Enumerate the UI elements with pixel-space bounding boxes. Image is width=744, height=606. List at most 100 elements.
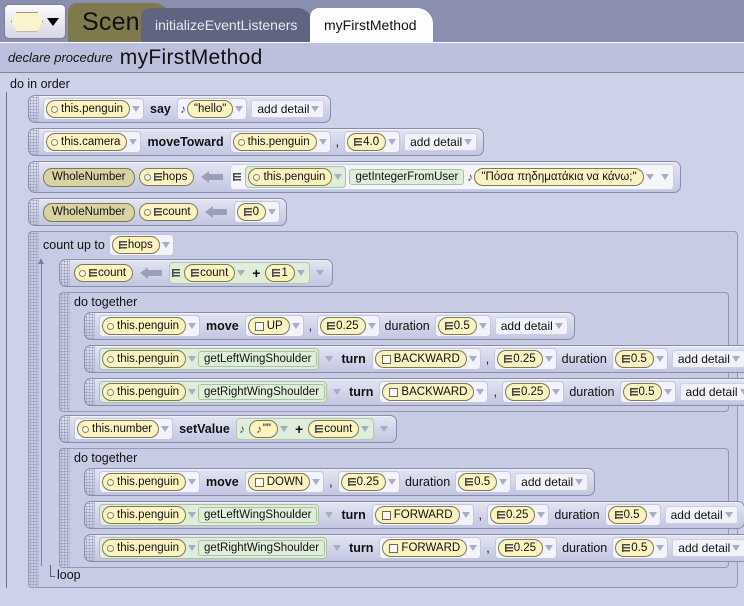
drag-handle[interactable] (85, 502, 95, 528)
move-down-duration-field[interactable]: 0.5 (455, 471, 512, 493)
turn-right-backward-duration-field[interactable]: 0.5 (619, 381, 676, 403)
number-icon (243, 207, 252, 217)
add-detail-button[interactable]: add detail (494, 317, 568, 335)
do-together-down-block[interactable]: do together this.penguin move DOWN , 0.2… (59, 448, 744, 568)
move-up-target-field[interactable]: this.penguin (99, 315, 201, 337)
hops-init-prompt-field[interactable]: ♪ "Πόσα πηδηματάκια να κάνω;" (467, 168, 655, 186)
set-value-expression[interactable]: ♪ ♪ "" + count (235, 418, 375, 440)
turn-right-forward-method-chip: getRightWingShoulder (198, 540, 326, 556)
statement-say[interactable]: this.penguin say ♪ "hello" add detail (28, 95, 332, 123)
hops-initializer-expression[interactable]: this.penguin getIntegerFromUser ♪ "Πόσα … (230, 164, 674, 190)
statement-move-down[interactable]: this.penguin move DOWN , 0.25 duration 0… (84, 468, 596, 496)
number-icon (153, 172, 162, 182)
drag-handle[interactable] (85, 313, 95, 339)
move-down-target-field[interactable]: this.penguin (99, 471, 201, 493)
drag-handle[interactable] (60, 449, 70, 567)
increment-expression[interactable]: count + 1 (169, 262, 310, 284)
turn-left-backward-target-field[interactable]: this.penguin getLeftWingShoulder (99, 348, 320, 370)
hops-init-target-chip: this.penguin (248, 168, 333, 186)
drag-handle[interactable] (85, 535, 95, 561)
turn-left-backward-duration-field[interactable]: 0.5 (611, 348, 668, 370)
do-together-up-block[interactable]: do together this.penguin move UP , 0.25 … (59, 292, 744, 412)
move-down-amount-field[interactable]: 0.25 (337, 471, 400, 493)
hops-init-target-field[interactable]: this.penguin (245, 166, 347, 188)
turn-left-forward-amount-field[interactable]: 0.25 (487, 504, 550, 526)
statement-turn-right-wing-forward[interactable]: this.penguin getRightWingShoulder turn F… (84, 534, 744, 562)
drag-handle[interactable] (85, 469, 95, 495)
move-down-direction-field[interactable]: DOWN (244, 471, 325, 493)
count-value-field[interactable]: 0 (233, 201, 281, 223)
turn-right-forward-duration-field[interactable]: 0.5 (612, 537, 669, 559)
enum-icon (254, 321, 264, 331)
turn-left-forward-target-field[interactable]: this.penguin getLeftWingShoulder (99, 504, 320, 526)
turn-left-forward-duration-field[interactable]: 0.5 (604, 504, 661, 526)
set-value-operand-a-field[interactable]: ♪ "" (248, 420, 290, 438)
drag-handle[interactable] (60, 416, 70, 442)
drag-handle[interactable] (85, 346, 95, 372)
drag-handle[interactable] (29, 129, 39, 155)
move-up-amount-chip: 0.25 (320, 317, 366, 335)
add-detail-button[interactable]: add detail (671, 350, 744, 368)
drag-handle[interactable] (29, 162, 39, 192)
say-target-field[interactable]: this.penguin (43, 98, 145, 120)
turn-right-forward-target-field[interactable]: this.penguin getRightWingShoulder (99, 537, 328, 559)
turn-right-backward-target-field[interactable]: this.penguin getRightWingShoulder (99, 381, 328, 403)
say-argument-field[interactable]: ♪ "hello" (176, 98, 248, 120)
add-detail-button[interactable]: add detail (679, 383, 744, 401)
drag-handle[interactable] (60, 293, 70, 411)
move-toward-amount-field[interactable]: 4.0 (344, 131, 401, 153)
chevron-down-icon (537, 512, 546, 518)
move-up-amount-value: 0.25 (336, 320, 359, 332)
say-argument-chip: "hello" (186, 100, 234, 118)
statement-move-up[interactable]: this.penguin move UP , 0.25 duration 0.5… (84, 312, 575, 340)
statement-declare-hops[interactable]: WholeNumber hops this.penguin getInteger… (28, 161, 681, 193)
drag-handle[interactable] (85, 379, 95, 405)
move-toward-amount-value: 4.0 (363, 136, 380, 148)
turn-right-forward-direction-field[interactable]: FORWARD (379, 537, 482, 559)
set-value-target-field[interactable]: this.number (74, 418, 174, 440)
increment-operand-a-value: count (200, 267, 229, 279)
add-detail-button[interactable]: add detail (672, 539, 744, 557)
class-dropdown-button[interactable] (4, 4, 66, 39)
count-up-to-bound-chip: hops (111, 236, 160, 254)
statement-move-toward[interactable]: this.camera moveToward this.penguin , 4.… (28, 128, 485, 156)
increment-operand-a-field[interactable]: count (184, 264, 247, 282)
statement-turn-right-wing-backward[interactable]: this.penguin getRightWingShoulder turn B… (84, 378, 744, 406)
move-up-duration-field[interactable]: 0.5 (434, 315, 491, 337)
drag-handle[interactable] (29, 96, 39, 122)
chevron-down-icon (656, 545, 665, 551)
move-toward-argument-field[interactable]: this.penguin (229, 131, 331, 153)
move-toward-target-field[interactable]: this.camera (43, 131, 142, 153)
increment-operand-b-field[interactable]: 1 (265, 264, 306, 282)
statement-declare-count[interactable]: WholeNumber count 0 (28, 198, 288, 226)
tab-initialize-event-listeners[interactable]: initializeEventListeners (141, 8, 314, 42)
hops-variable-chip[interactable]: hops (138, 168, 195, 186)
count-variable-chip[interactable]: count (138, 203, 198, 221)
count-up-to-bound-field[interactable]: hops (108, 234, 174, 256)
add-detail-button[interactable]: add detail (664, 506, 738, 524)
drag-handle[interactable] (29, 199, 39, 225)
add-detail-button[interactable]: add detail (515, 473, 589, 491)
turn-left-backward-amount-field[interactable]: 0.25 (494, 348, 557, 370)
set-value-operand-b-field[interactable]: count (308, 420, 371, 438)
statement-turn-left-wing-backward[interactable]: this.penguin getLeftWingShoulder turn BA… (84, 345, 744, 373)
move-up-direction-field[interactable]: UP (244, 315, 304, 337)
turn-right-backward-direction-field[interactable]: BACKWARD (379, 381, 489, 403)
move-down-amount-value: 0.25 (356, 476, 379, 488)
tab-my-first-method[interactable]: myFirstMethod (310, 8, 433, 42)
statement-turn-left-wing-forward[interactable]: this.penguin getLeftWingShoulder turn FO… (84, 501, 744, 529)
count-up-to-loop-block[interactable]: count up to hops count count + 1 do toge… (28, 231, 744, 588)
turn-right-forward-amount-field[interactable]: 0.25 (494, 537, 558, 559)
add-detail-button[interactable]: add detail (404, 133, 478, 151)
statement-increment-count[interactable]: count count + 1 (59, 259, 333, 287)
drag-handle[interactable] (60, 260, 70, 286)
add-detail-button[interactable]: add detail (251, 100, 325, 118)
turn-right-backward-duration-label: duration (569, 385, 615, 399)
turn-right-backward-amount-field[interactable]: 0.25 (501, 381, 565, 403)
turn-left-backward-direction-field[interactable]: BACKWARD (371, 348, 481, 370)
statement-set-value[interactable]: this.number setValue ♪ ♪ "" + count (59, 415, 398, 443)
increment-lhs-chip[interactable]: count (74, 264, 134, 282)
turn-left-forward-direction-field[interactable]: FORWARD (371, 504, 474, 526)
turn-left-backward-direction-value: BACKWARD (393, 353, 460, 365)
move-up-amount-field[interactable]: 0.25 (317, 315, 380, 337)
